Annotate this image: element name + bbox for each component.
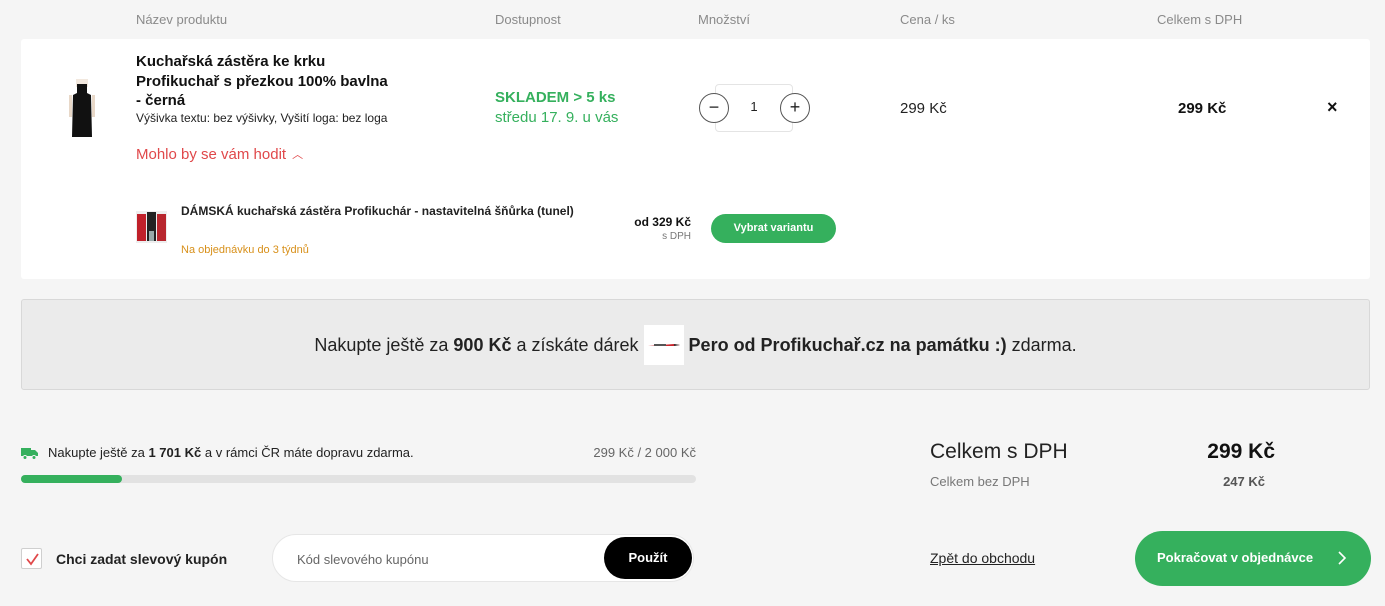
pen-icon	[643, 325, 684, 365]
gift-text-after: zdarma.	[1011, 334, 1077, 355]
product-variant: Výšivka textu: bez výšivky, Vyšití loga:…	[136, 111, 388, 125]
gift-name: Pero od Profikuchař.cz na památku :)	[688, 334, 1007, 355]
total-without-vat-label: Celkem bez DPH	[930, 474, 1030, 489]
suggest-toggle[interactable]: Mohlo by se vám hodit ︿	[136, 146, 303, 163]
remove-item-button[interactable]: ×	[1327, 97, 1338, 118]
aprons-thumbnail[interactable]	[136, 211, 167, 243]
suggestion-price: od 329 Kč	[634, 215, 691, 229]
gift-banner: Nakupte ještě za 900 Kč a získáte dárek …	[21, 299, 1370, 390]
quantity-input[interactable]: 1	[737, 99, 771, 114]
header-quantity: Množství	[698, 12, 751, 27]
truck-icon	[21, 448, 38, 460]
total-without-vat-value: 247 Kč	[1223, 474, 1265, 489]
unit-price: 299 Kč	[900, 100, 947, 117]
header-product: Název produktu	[136, 12, 228, 27]
gift-amount: 900 Kč	[453, 334, 512, 355]
suggestion-availability: Na objednávku do 3 týdnů	[181, 244, 309, 256]
select-variant-button[interactable]: Vybrat variantu	[711, 214, 836, 243]
continue-order-label: Pokračovat v objednávce	[1157, 550, 1314, 565]
shipping-text-after: a v rámci ČR máte dopravu zdarma.	[204, 445, 414, 460]
gift-text-before: Nakupte ještě za	[314, 334, 449, 355]
coupon-input[interactable]	[297, 548, 597, 570]
decrease-button[interactable]: −	[699, 93, 729, 123]
suggestion-title[interactable]: DÁMSKÁ kuchařská zástěra Profikuchár - n…	[181, 201, 581, 222]
total-with-vat-value: 299 Kč	[1207, 440, 1275, 463]
checkmark-icon	[26, 553, 39, 566]
apron-thumbnail[interactable]	[68, 79, 96, 139]
continue-order-button[interactable]: Pokračovat v objednávce	[1135, 531, 1371, 586]
header-availability: Dostupnost	[495, 12, 561, 27]
chevron-right-icon	[1337, 550, 1347, 569]
increase-button[interactable]: +	[780, 93, 810, 123]
gift-text-middle: a získáte dárek	[516, 334, 639, 355]
free-shipping-text: Nakupte ještě za 1 701 Kč a v rámci ČR m…	[48, 445, 414, 460]
total-price: 299 Kč	[1178, 100, 1227, 117]
shipping-text-before: Nakupte ještě za	[48, 445, 145, 460]
quantity-stepper: − 1 +	[697, 84, 811, 132]
back-to-shop-link[interactable]: Zpět do obchodu	[930, 550, 1035, 566]
coupon-checkbox-label[interactable]: Chci zadat slevový kupón	[56, 551, 227, 567]
suggestion-vat-note: s DPH	[662, 231, 691, 242]
total-with-vat-label: Celkem s DPH	[930, 440, 1068, 463]
header-unit-price: Cena / ks	[900, 12, 955, 27]
suggest-label: Mohlo by se vám hodit	[136, 146, 287, 163]
product-title[interactable]: Kuchařská zástěra ke krku Profikuchař s …	[136, 52, 396, 111]
shipping-progress-fill	[21, 475, 122, 483]
stock-status: SKLADEM > 5 ks	[495, 89, 616, 106]
cart-item: Kuchařská zástěra ke krku Profikuchař s …	[21, 39, 1370, 279]
shipping-amount: 1 701 Kč	[148, 445, 202, 460]
apply-coupon-button[interactable]: Použít	[604, 537, 692, 579]
chevron-up-icon: ︿	[292, 149, 304, 161]
delivery-date: středu 17. 9. u vás	[495, 109, 619, 126]
shipping-progress-bar	[21, 475, 696, 483]
coupon-checkbox[interactable]	[21, 548, 42, 569]
header-total: Celkem s DPH	[1157, 12, 1243, 27]
shipping-progress-text: 299 Kč / 2 000 Kč	[593, 445, 696, 460]
